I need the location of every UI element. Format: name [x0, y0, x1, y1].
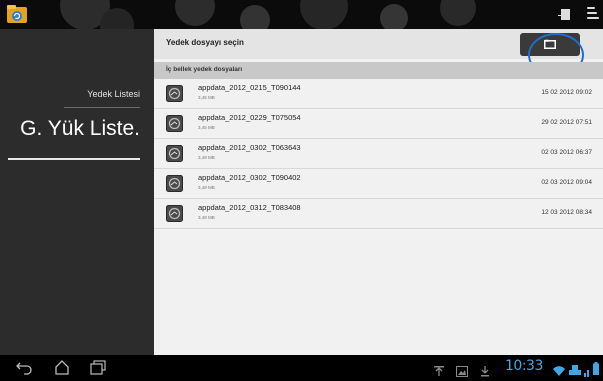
download-icon [480, 362, 490, 381]
overflow-menu-icon[interactable] [587, 7, 599, 21]
section-header: İç bellek yedek dosyaları [154, 62, 603, 79]
wallpaper-bokeh [300, 0, 348, 29]
backup-file-icon [166, 175, 183, 192]
backup-file-icon [166, 85, 183, 102]
file-size: 3,48 MB [198, 155, 215, 160]
main-panel: Yedek dosyayı seçin İç bellek yedek dosy… [154, 29, 603, 355]
list-item[interactable]: appdata_2012_0302_T090402 3,48 MB 02 03 … [154, 169, 603, 199]
action-bar [0, 0, 603, 29]
file-name: appdata_2012_0302_T090402 [198, 173, 301, 182]
file-date: 12 03 2012 08:34 [541, 209, 592, 216]
dock-icon [568, 361, 582, 380]
page-title: Yedek dosyayı seçin [166, 38, 244, 47]
square-icon[interactable] [555, 6, 573, 22]
file-name: appdata_2012_0312_T083408 [198, 203, 301, 212]
list-item[interactable]: appdata_2012_0312_T083408 3,48 MB 12 03 … [154, 199, 603, 229]
wallpaper-bokeh [175, 0, 215, 26]
home-icon[interactable] [54, 360, 70, 379]
list-item[interactable]: appdata_2012_0215_T090144 3,45 MB 15 02 … [154, 79, 603, 109]
battery-icon [593, 360, 599, 379]
file-name: appdata_2012_0302_T063643 [198, 143, 301, 152]
file-size: 3,48 MB [198, 215, 215, 220]
file-date: 29 02 2012 07:51 [541, 119, 592, 126]
sidebar-selected-underline [8, 158, 140, 160]
file-date: 02 03 2012 09:04 [541, 179, 592, 186]
image-icon [456, 362, 468, 381]
wallpaper-bokeh [380, 4, 408, 29]
file-size: 3,45 MB [198, 95, 215, 100]
file-date: 15 02 2012 09:02 [541, 89, 592, 96]
recent-apps-icon[interactable] [90, 360, 106, 379]
section-title: İç bellek yedek dosyaları [166, 66, 243, 73]
backup-file-icon [166, 145, 183, 162]
wallpaper-bokeh [240, 5, 270, 29]
file-size: 3,45 MB [198, 125, 215, 130]
list-item[interactable]: appdata_2012_0302_T063643 3,48 MB 02 03 … [154, 139, 603, 169]
signal-icon [584, 362, 592, 381]
wallpaper-bokeh [100, 8, 134, 29]
wifi-icon [553, 362, 565, 381]
back-icon[interactable] [16, 360, 32, 379]
file-name: appdata_2012_0215_T090144 [198, 83, 301, 92]
upload-icon [433, 362, 445, 381]
backup-app-icon[interactable] [6, 4, 28, 24]
system-navigation-bar: 10:33 [0, 355, 603, 380]
sidebar-item-backup-list[interactable]: Yedek Listesi [87, 89, 140, 99]
wallpaper-bokeh [440, 0, 476, 26]
file-name: appdata_2012_0229_T075054 [198, 113, 301, 122]
backup-file-icon [166, 205, 183, 222]
backup-file-icon [166, 115, 183, 132]
list-item[interactable]: appdata_2012_0229_T075054 3,45 MB 29 02 … [154, 109, 603, 139]
sidebar-item-restore-list[interactable]: G. Yük Liste. [20, 117, 140, 141]
file-size: 3,48 MB [198, 185, 215, 190]
sidebar-divider [64, 107, 140, 108]
clock: 10:33 [505, 358, 543, 374]
sidebar: Yedek Listesi G. Yük Liste. [0, 29, 154, 355]
file-date: 02 03 2012 06:37 [541, 149, 592, 156]
